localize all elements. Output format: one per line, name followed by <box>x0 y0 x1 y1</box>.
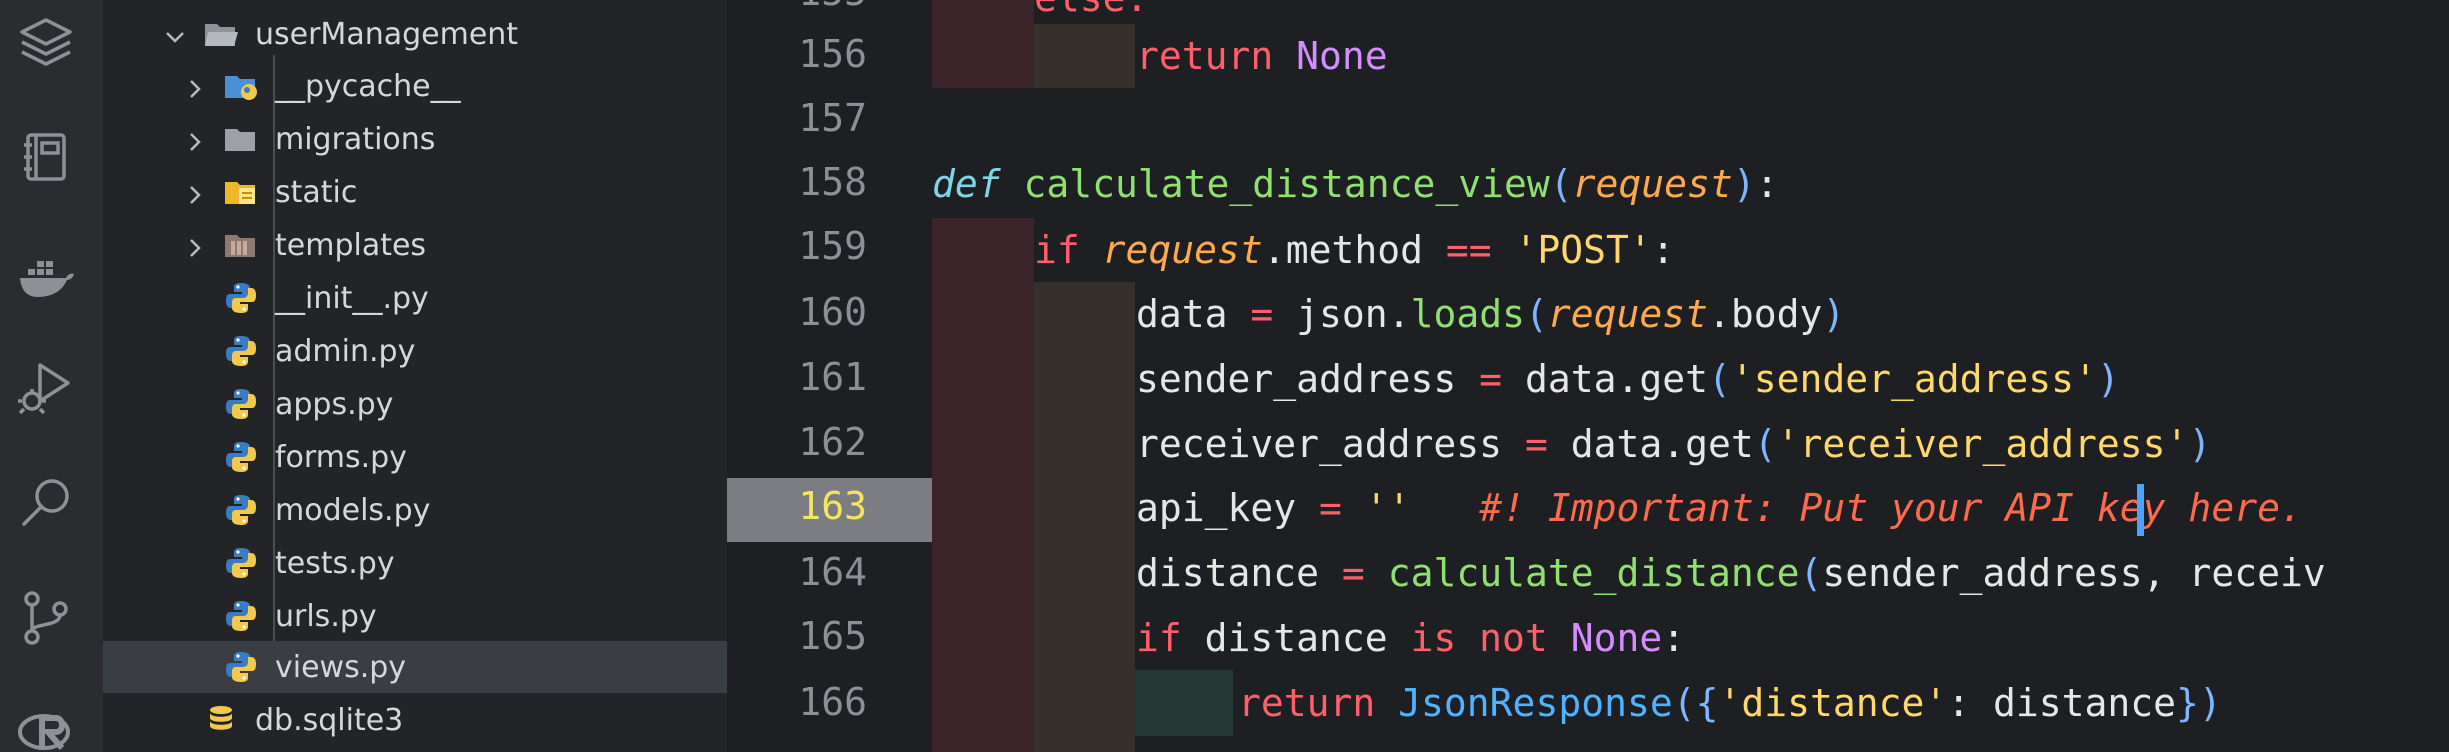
notebook-icon[interactable] <box>14 125 78 189</box>
tree-item-init[interactable]: __init__.py <box>103 272 727 324</box>
line-number: 160 <box>798 290 867 334</box>
line-number: 158 <box>798 160 867 204</box>
code-line-165: if distance is not None: <box>1136 616 1686 660</box>
tree-item-label: static <box>275 174 358 210</box>
tree-item-label: db.sqlite3 <box>255 702 404 738</box>
python-file-icon <box>223 280 259 316</box>
tree-item-apps[interactable]: apps.py <box>103 378 727 430</box>
line-number: 157 <box>798 96 867 140</box>
tree-item-urls[interactable]: urls.py <box>103 590 727 642</box>
tree-item-label: apps.py <box>275 386 394 422</box>
tree-item-label: userManagement <box>255 16 519 52</box>
python-file-icon <box>223 598 259 634</box>
line-number: 166 <box>798 680 867 724</box>
tree-item-admin[interactable]: admin.py <box>103 325 727 377</box>
code-editor[interactable]: 155 156 157 158 159 160 161 162 163 164 … <box>727 0 2449 752</box>
tree-item-label: __init__.py <box>275 280 429 316</box>
tree-item-label: admin.py <box>275 333 416 369</box>
tree-item-label: urls.py <box>275 598 377 634</box>
line-number: 156 <box>798 32 867 76</box>
tree-item-forms[interactable]: forms.py <box>103 431 727 483</box>
tree-item-migrations[interactable]: migrations <box>103 113 727 165</box>
code-line-162: receiver_address = data.get('receiver_ad… <box>1136 422 2212 466</box>
python-file-icon <box>223 439 259 475</box>
line-number: 161 <box>798 355 867 399</box>
line-number: 159 <box>798 224 867 268</box>
chevron-right-icon[interactable] <box>183 233 207 257</box>
line-number: 162 <box>798 420 867 464</box>
python-file-icon <box>223 386 259 422</box>
code-line-158: def calculate_distance_view(request): <box>932 162 1779 206</box>
chevron-right-icon[interactable] <box>183 127 207 151</box>
line-number-gutter: 155 156 157 158 159 160 161 162 163 164 … <box>727 0 932 752</box>
python-file-icon <box>223 492 259 528</box>
line-number: 165 <box>798 614 867 658</box>
tree-item-static[interactable]: static <box>103 166 727 218</box>
tree-item-pycache[interactable]: __pycache__ <box>103 60 727 112</box>
code-line-156: return None <box>1136 34 1388 78</box>
tree-item-label: models.py <box>275 492 431 528</box>
tree-item-tests[interactable]: tests.py <box>103 537 727 589</box>
code-line-161: sender_address = data.get('sender_addres… <box>1136 357 2120 401</box>
run-debug-icon[interactable] <box>14 355 78 419</box>
code-line-159: if request.method == 'POST': <box>1034 228 1675 272</box>
folder-open-icon <box>203 16 239 52</box>
activity-bar <box>0 0 103 752</box>
code-line-163: api_key = '' #! Important: Put your API … <box>1136 486 2303 530</box>
line-number-active: 163 <box>798 484 867 528</box>
chevron-right-icon[interactable] <box>183 74 207 98</box>
file-explorer: userManagement __pycache__ migrations st… <box>103 0 727 752</box>
line-number: 155 <box>727 0 867 14</box>
tree-item-label: migrations <box>275 121 436 157</box>
tree-item-label: tests.py <box>275 545 395 581</box>
code-line-160: data = json.loads(request.body) <box>1136 292 1846 336</box>
source-control-icon[interactable] <box>14 585 78 649</box>
tree-item-label: views.py <box>275 649 407 685</box>
line-number: 164 <box>798 550 867 594</box>
tree-item-label: __pycache__ <box>275 68 461 104</box>
r-icon[interactable] <box>14 700 78 752</box>
python-file-icon <box>223 649 259 685</box>
tree-item-models[interactable]: models.py <box>103 484 727 536</box>
docker-icon[interactable] <box>14 245 78 309</box>
chevron-right-icon[interactable] <box>183 180 207 204</box>
tree-item-db-sqlite3[interactable]: db.sqlite3 <box>103 694 727 746</box>
python-file-icon <box>223 333 259 369</box>
chevron-down-icon[interactable] <box>163 22 187 46</box>
code-token: else: <box>1034 0 1148 20</box>
folder-icon <box>223 121 259 157</box>
python-folder-icon <box>223 68 259 104</box>
code-line-166: return JsonResponse({'distance': distanc… <box>1238 681 2222 725</box>
templates-folder-icon <box>223 227 259 263</box>
python-file-icon <box>223 545 259 581</box>
tree-item-label: templates <box>275 227 427 263</box>
tree-item-label: forms.py <box>275 439 407 475</box>
code-line-164: distance = calculate_distance(sender_add… <box>1136 551 2326 595</box>
search-icon[interactable] <box>14 470 78 534</box>
tree-item-templates[interactable]: templates <box>103 219 727 271</box>
layers-icon[interactable] <box>14 10 78 74</box>
static-folder-icon <box>223 174 259 210</box>
text-cursor <box>2137 484 2144 536</box>
vscode-window: userManagement __pycache__ migrations st… <box>0 0 2449 752</box>
tree-item-usermanagement[interactable]: userManagement <box>103 8 727 60</box>
database-icon <box>203 702 239 738</box>
tree-item-views[interactable]: views.py <box>103 641 727 693</box>
